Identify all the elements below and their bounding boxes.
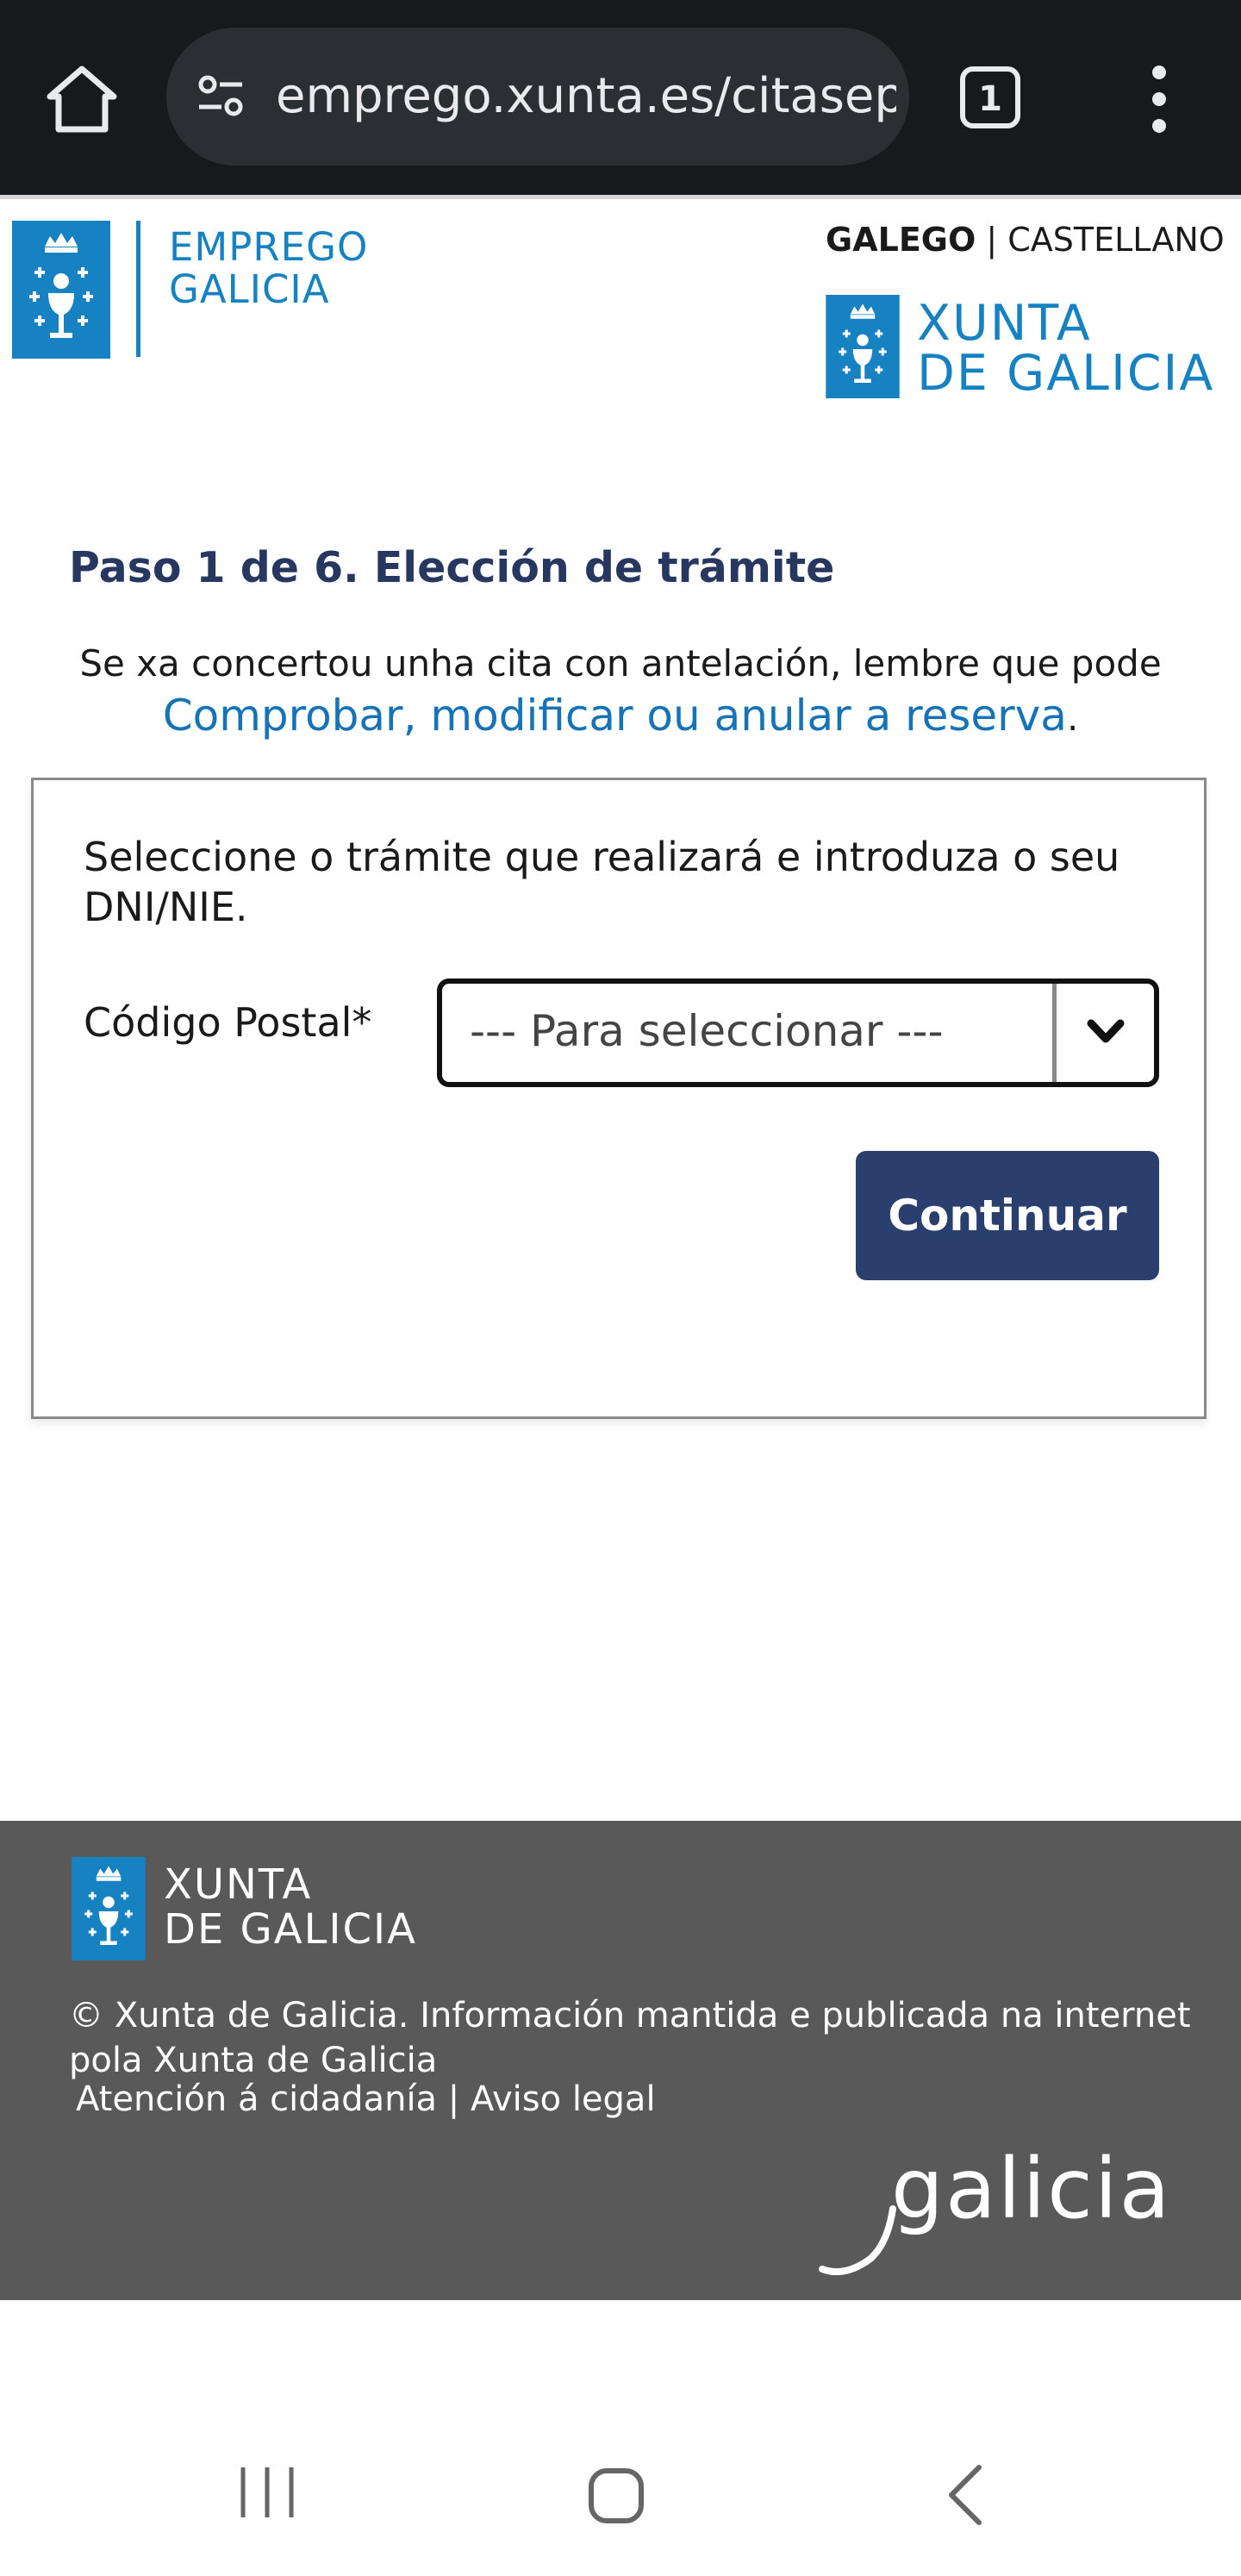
language-switcher: GALEGO | CASTELLANO bbox=[826, 221, 1225, 259]
site-settings-icon[interactable] bbox=[194, 69, 249, 124]
toolbar-divider bbox=[0, 195, 1241, 199]
galicia-brand-text: galicia bbox=[891, 2148, 1171, 2237]
tab-switcher-icon[interactable]: 1 bbox=[958, 64, 1022, 131]
continue-button[interactable]: Continuar bbox=[856, 1151, 1159, 1280]
more-vert-icon[interactable] bbox=[1138, 60, 1181, 138]
step-title: Paso 1 de 6. Elección de trámite bbox=[69, 543, 835, 592]
lang-galego-link[interactable]: GALEGO bbox=[826, 221, 976, 259]
manage-reservation-link[interactable]: Comprobar, modificar ou anular a reserva bbox=[163, 691, 1067, 741]
postal-code-select-value: --- Para seleccionar --- bbox=[470, 1006, 944, 1056]
postal-code-label: Código Postal* bbox=[84, 999, 372, 1046]
address-bar[interactable]: emprego.xunta.es/citasepe bbox=[166, 28, 909, 166]
home-nav-icon[interactable] bbox=[586, 2466, 646, 2526]
postal-code-select[interactable]: --- Para seleccionar --- bbox=[437, 979, 1159, 1087]
reminder-notice: Se xa concertou unha cita con antelación… bbox=[0, 638, 1241, 744]
logo-divider bbox=[136, 221, 140, 357]
form-instructions: Seleccione o trámite que realizará e int… bbox=[84, 834, 1120, 930]
footer-xunta-line2: DE GALICIA bbox=[164, 1905, 417, 1954]
emprego-line2: GALICIA bbox=[169, 266, 330, 312]
xunta-line1: XUNTA bbox=[917, 295, 1092, 352]
url-text[interactable]: emprego.xunta.es/citasepe bbox=[276, 66, 896, 128]
browser-toolbar: emprego.xunta.es/citasepe 1 bbox=[0, 0, 1241, 195]
emprego-line1: EMPREGO bbox=[169, 224, 369, 270]
chevron-down-icon[interactable] bbox=[1052, 984, 1154, 1082]
home-icon[interactable] bbox=[45, 62, 119, 136]
galicia-brand-logo[interactable]: galicia bbox=[819, 2141, 1181, 2278]
site-footer: XUNTA DE GALICIA © Xunta de Galicia. Inf… bbox=[0, 1821, 1241, 2300]
footer-copyright: © Xunta de Galicia. Información mantida … bbox=[69, 1996, 1191, 2080]
tab-count: 1 bbox=[978, 79, 1002, 119]
lang-separator: | bbox=[986, 221, 998, 259]
reminder-text: Se xa concertou unha cita con antelación… bbox=[79, 642, 1162, 685]
emprego-galicia-emblem-icon[interactable] bbox=[12, 221, 110, 359]
footer-xunta-wordmark[interactable]: XUNTA DE GALICIA bbox=[164, 1862, 417, 1952]
xunta-line2: DE GALICIA bbox=[917, 345, 1215, 402]
footer-links: Atención á cidadanía | Aviso legal bbox=[76, 2079, 656, 2119]
footer-link-separator: | bbox=[447, 2079, 460, 2119]
footer-xunta-emblem-icon[interactable] bbox=[69, 1857, 148, 1960]
procedure-form: Seleccione o trámite que realizará e int… bbox=[31, 778, 1207, 1419]
legal-notice-link[interactable]: Aviso legal bbox=[471, 2079, 656, 2119]
back-nav-icon[interactable] bbox=[939, 2462, 991, 2528]
attention-link[interactable]: Atención á cidadanía bbox=[76, 2079, 437, 2119]
emprego-galicia-wordmark[interactable]: EMPREGO GALICIA bbox=[169, 226, 368, 310]
xunta-wordmark[interactable]: XUNTA DE GALICIA bbox=[917, 298, 1214, 398]
footer-xunta-line1: XUNTA bbox=[164, 1860, 313, 1909]
xunta-emblem-icon[interactable] bbox=[826, 295, 900, 398]
recent-apps-icon[interactable] bbox=[233, 2462, 302, 2523]
reminder-suffix: . bbox=[1066, 697, 1079, 739]
lang-castellano-link[interactable]: CASTELLANO bbox=[1007, 221, 1224, 259]
